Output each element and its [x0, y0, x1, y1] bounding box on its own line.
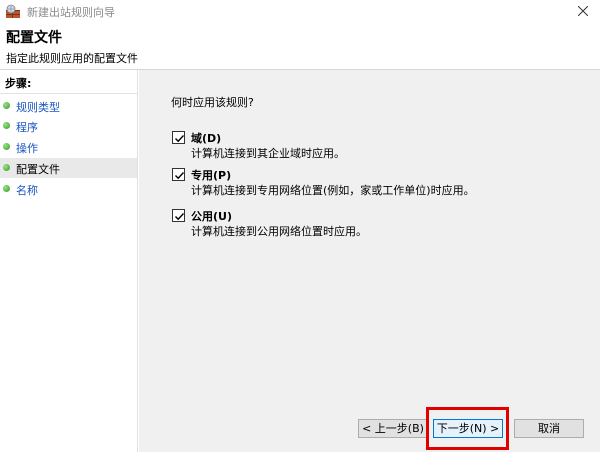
sidebar-item-action[interactable]: 操作: [0, 137, 137, 157]
sidebar-item-label[interactable]: 程序: [16, 119, 38, 135]
close-icon: [578, 6, 588, 16]
page-subtitle: 指定此规则应用的配置文件: [6, 52, 138, 65]
step-complete-icon: [3, 122, 10, 129]
steps-divider: [0, 93, 137, 94]
sidebar-item-label[interactable]: 规则类型: [16, 99, 60, 115]
checkmark-icon: [175, 135, 185, 143]
step-complete-icon: [3, 143, 10, 150]
content-panel: 何时应用该规则? 域(D) 计算机连接到其企业域时应用。 专用(P) 计算机连接…: [139, 70, 600, 452]
back-button[interactable]: < 上一步(B): [358, 419, 428, 438]
steps-sidebar: 步骤: 规则类型 程序 操作 配置文件 名称: [0, 70, 138, 452]
firewall-wizard-icon: [5, 4, 21, 19]
sidebar-item-program[interactable]: 程序: [0, 116, 137, 136]
sidebar-item-name[interactable]: 名称: [0, 179, 137, 199]
sidebar-item-label[interactable]: 操作: [16, 140, 38, 156]
page-title: 配置文件: [6, 30, 62, 46]
next-button-highlight: [426, 407, 509, 450]
domain-label[interactable]: 域(D): [191, 130, 221, 146]
step-complete-icon: [3, 102, 10, 109]
private-description: 计算机连接到专用网络位置(例如，家或工作单位)时应用。: [191, 184, 475, 197]
private-checkbox[interactable]: [172, 168, 185, 181]
window-title: 新建出站规则向导: [27, 6, 115, 19]
close-button[interactable]: [566, 0, 600, 23]
checkmark-icon: [175, 213, 185, 221]
public-label[interactable]: 公用(U): [191, 208, 232, 224]
sidebar-item-rule-type[interactable]: 规则类型: [0, 96, 137, 116]
domain-description: 计算机连接到其企业域时应用。: [191, 147, 345, 160]
sidebar-item-label[interactable]: 名称: [16, 182, 38, 198]
cancel-button[interactable]: 取消: [514, 419, 584, 438]
step-pending-icon: [3, 185, 10, 192]
step-current-icon: [3, 164, 10, 171]
checkmark-icon: [175, 172, 185, 180]
domain-checkbox[interactable]: [172, 131, 185, 144]
public-description: 计算机连接到公用网络位置时应用。: [191, 225, 367, 238]
sidebar-item-profile: 配置文件: [0, 158, 137, 178]
sidebar-item-label: 配置文件: [16, 163, 60, 176]
wizard-header: 配置文件 指定此规则应用的配置文件: [0, 23, 600, 69]
question-text: 何时应用该规则?: [171, 96, 254, 109]
public-checkbox[interactable]: [172, 209, 185, 222]
steps-heading: 步骤:: [5, 77, 32, 90]
title-bar: 新建出站规则向导: [0, 0, 600, 23]
private-label[interactable]: 专用(P): [191, 167, 231, 183]
